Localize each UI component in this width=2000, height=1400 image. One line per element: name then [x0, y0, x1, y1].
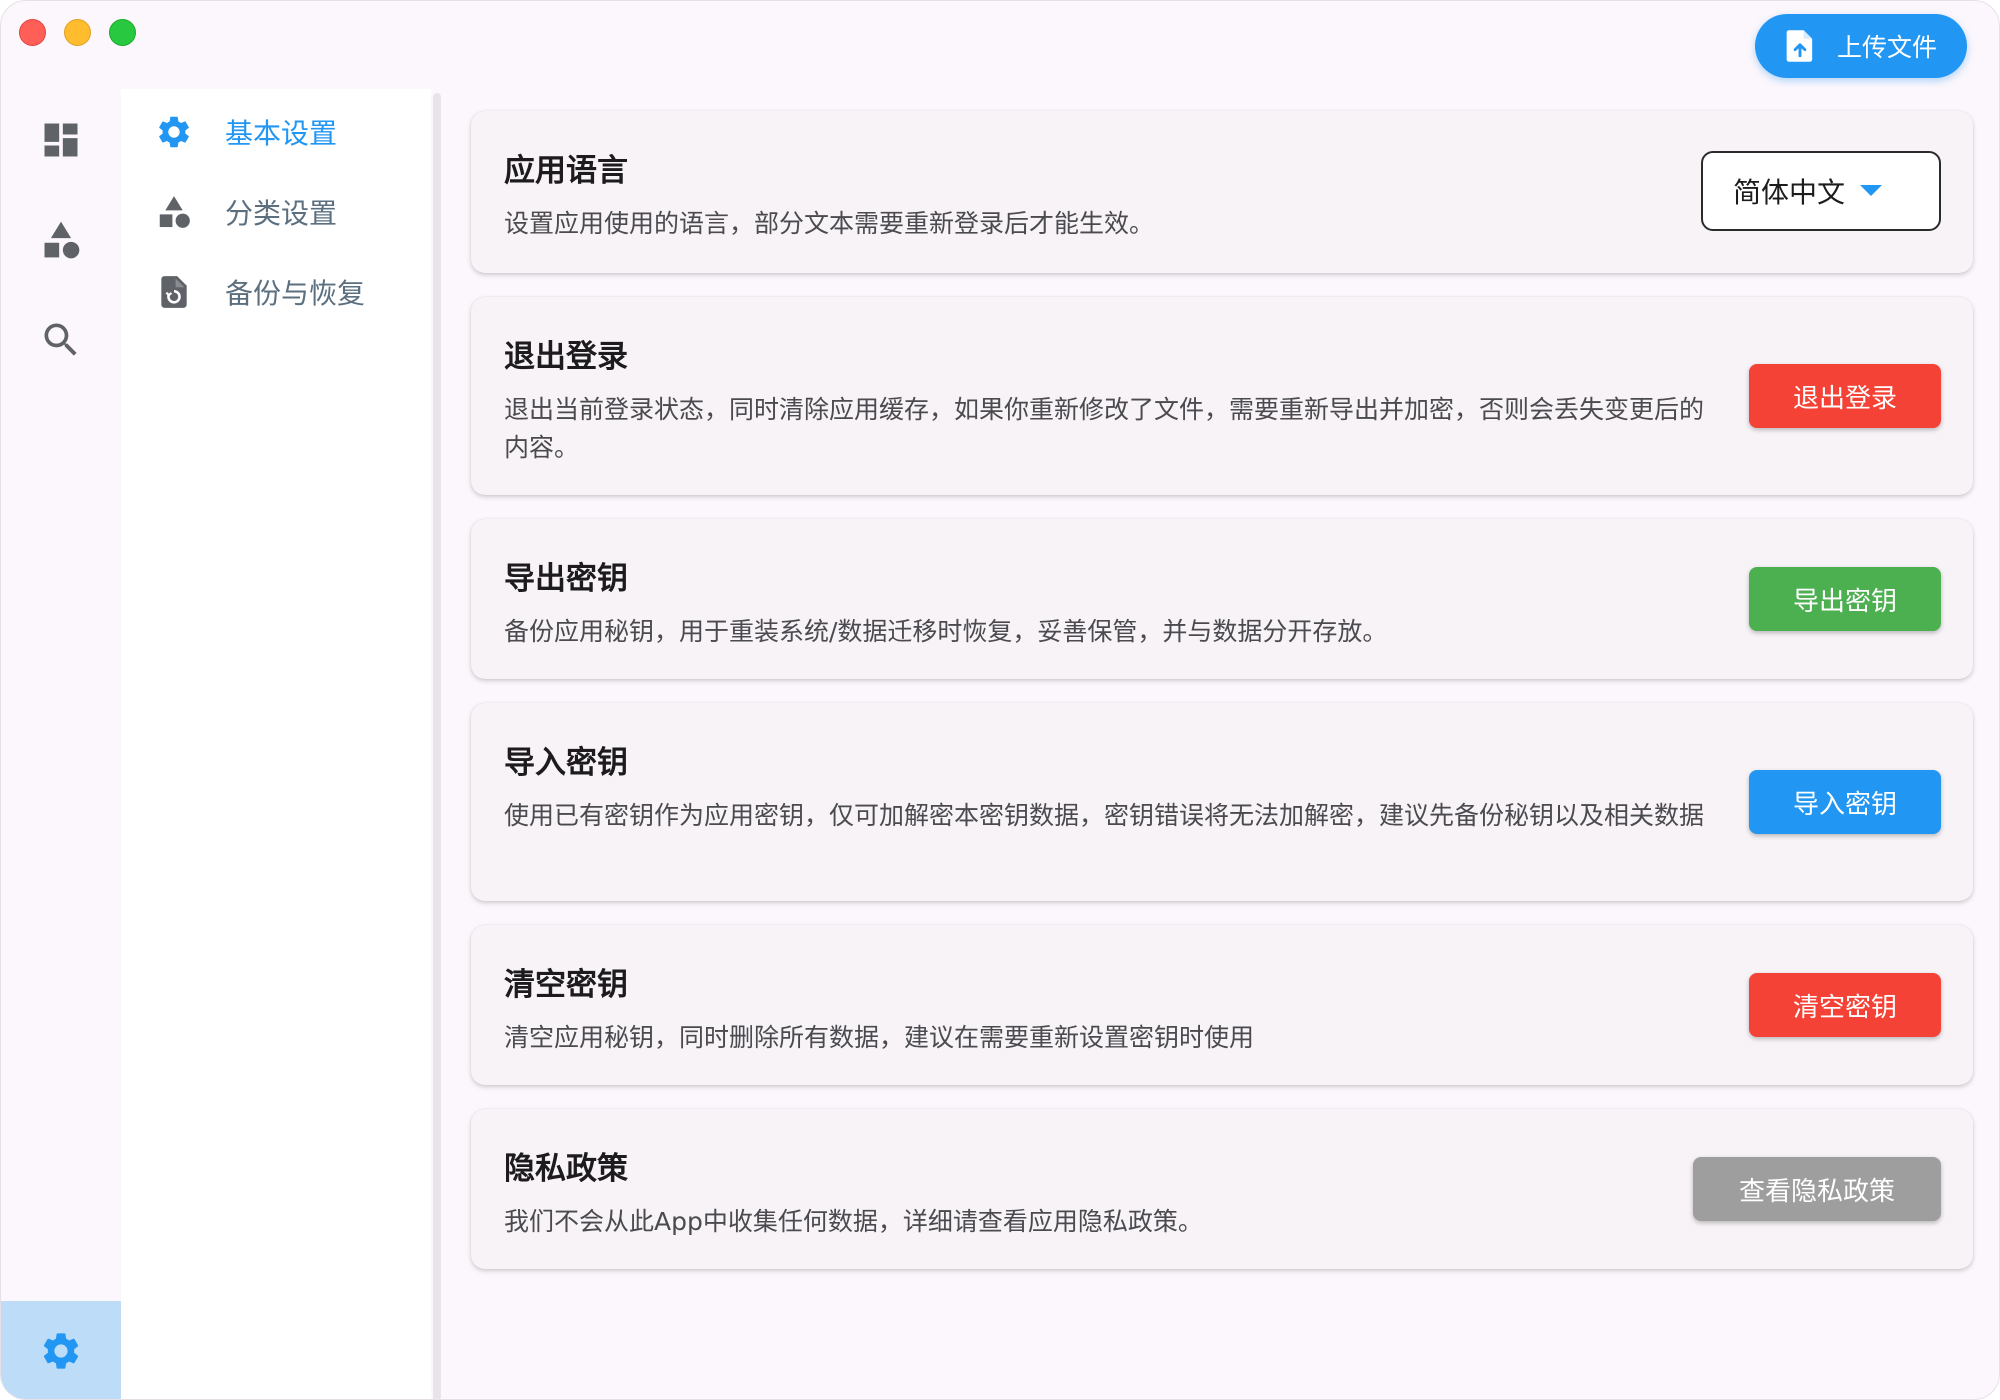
settings-icon: [43, 1333, 79, 1369]
language-dropdown[interactable]: 简体中文: [1701, 151, 1941, 231]
restore-file-icon: [161, 276, 187, 308]
import-key-button[interactable]: 导入密钥: [1749, 770, 1941, 834]
export-key-setting-card: 导出密钥 备份应用秘钥，用于重装系统/数据迁移时恢复，妥善保管，并与数据分开存放…: [471, 519, 1973, 679]
card-title: 导入密钥: [504, 745, 628, 781]
privacy-policy-card: 隐私政策 我们不会从此App中收集任何数据，详细请查看应用隐私政策。 查看隐私政…: [471, 1109, 1973, 1269]
card-description: 我们不会从此App中收集任何数据，详细请查看应用隐私政策。: [504, 1207, 1203, 1236]
card-title: 应用语言: [504, 153, 628, 189]
dropdown-arrow-icon: [1860, 185, 1883, 196]
subnav-item-backup-restore[interactable]: 备份与恢复: [155, 267, 365, 317]
minimize-window-button[interactable]: [64, 19, 91, 46]
card-description: 退出当前登录状态，同时清除应用缓存，如果你重新修改了文件，需要重新导出并加密，否…: [504, 395, 1705, 462]
category-icon: [44, 221, 80, 259]
rail-settings-button[interactable]: [1, 1301, 121, 1399]
search-icon: [44, 323, 77, 356]
category-icon: [159, 196, 190, 228]
subnav-scrollbar[interactable]: [433, 93, 441, 1399]
card-description: 设置应用使用的语言，部分文本需要重新登录后才能生效。: [504, 209, 1155, 238]
app-window: 上传文件 基本设置 分类设置 备份与恢复 应用语言 设置应用使用的语言，部分文本…: [0, 0, 2000, 1400]
card-description: 清空应用秘钥，同时删除所有数据，建议在需要重新设置密钥时使用: [504, 1023, 1255, 1052]
rail-dashboard-button[interactable]: [38, 117, 84, 163]
dashboard-icon: [44, 123, 78, 157]
nav-rail: [1, 91, 121, 1399]
language-setting-card: 应用语言 设置应用使用的语言，部分文本需要重新登录后才能生效。 简体中文: [471, 111, 1973, 273]
logout-setting-card: 退出登录 退出当前登录状态，同时清除应用缓存，如果你重新修改了文件，需要重新导出…: [471, 297, 1973, 495]
view-privacy-policy-button[interactable]: 查看隐私政策: [1693, 1157, 1941, 1221]
language-selected-value: 简体中文: [1733, 176, 1846, 209]
upload-file-icon: [1786, 30, 1813, 62]
subnav-item-label: 分类设置: [225, 197, 338, 230]
clear-key-button[interactable]: 清空密钥: [1749, 973, 1941, 1037]
card-title: 隐私政策: [504, 1151, 628, 1187]
settings-subnav: 基本设置 分类设置 备份与恢复: [121, 89, 431, 1399]
card-description: 备份应用秘钥，用于重装系统/数据迁移时恢复，妥善保管，并与数据分开存放。: [504, 617, 1388, 646]
close-window-button[interactable]: [19, 19, 46, 46]
window-controls: [19, 19, 136, 46]
import-key-setting-card: 导入密钥 使用已有密钥作为应用密钥，仅可加解密本密钥数据，密钥错误将无法加解密，…: [471, 703, 1973, 901]
upload-file-button[interactable]: 上传文件: [1755, 14, 1967, 78]
rail-search-button[interactable]: [38, 317, 84, 363]
subnav-item-basic-settings[interactable]: 基本设置: [155, 107, 337, 157]
card-title: 退出登录: [504, 339, 628, 375]
card-description: 使用已有密钥作为应用密钥，仅可加解密本密钥数据，密钥错误将无法加解密，建议先备份…: [504, 801, 1705, 830]
gear-icon: [159, 116, 189, 148]
subnav-item-label: 备份与恢复: [225, 277, 366, 310]
logout-button[interactable]: 退出登录: [1749, 364, 1941, 428]
rail-category-button[interactable]: [38, 217, 84, 263]
export-key-button[interactable]: 导出密钥: [1749, 567, 1941, 631]
maximize-window-button[interactable]: [109, 19, 136, 46]
card-title: 导出密钥: [504, 561, 628, 597]
subnav-item-category-settings[interactable]: 分类设置: [155, 187, 337, 237]
clear-key-setting-card: 清空密钥 清空应用秘钥，同时删除所有数据，建议在需要重新设置密钥时使用 清空密钥: [471, 925, 1973, 1085]
card-title: 清空密钥: [504, 967, 628, 1003]
subnav-item-label: 基本设置: [225, 117, 338, 150]
upload-button-label: 上传文件: [1836, 33, 1937, 62]
